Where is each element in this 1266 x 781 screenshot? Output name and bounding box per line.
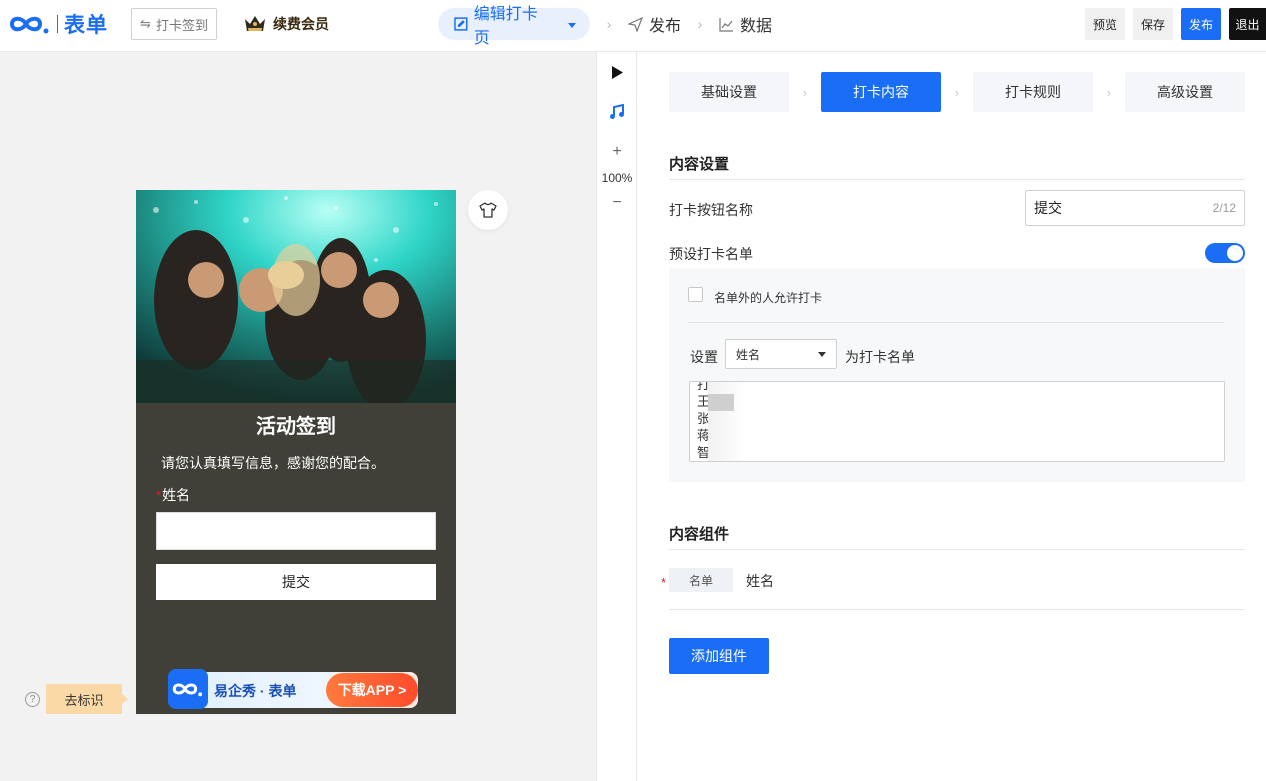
name-input[interactable] [156, 512, 436, 550]
content-settings-title: 内容设置 [669, 156, 730, 173]
inner-divider [688, 322, 1224, 323]
settings-tabs: 基础设置 › 打卡内容 › 打卡规则 › 高级设置 [669, 72, 1245, 112]
allow-outside-checkbox[interactable] [688, 287, 703, 302]
char-counter: 2/12 [1212, 201, 1236, 215]
chevron-right-icon: › [1106, 84, 1112, 100]
step-publish-label: 发布 [649, 18, 682, 35]
names-textarea[interactable]: 打 王 张 蒋 智 [689, 381, 1225, 462]
infinity-logo-icon [9, 16, 49, 34]
step-data-label: 数据 [740, 18, 773, 35]
swap-icon: ⇋ [140, 16, 151, 31]
download-app-button[interactable]: 下载APP > [326, 673, 418, 707]
zoom-out-icon[interactable]: − [597, 194, 637, 211]
chevron-down-icon [818, 351, 826, 357]
canvas-toolbar: + 100% − [596, 52, 637, 781]
add-component-button[interactable]: 添加组件 [669, 638, 769, 674]
preview-canvas: 活动签到 请您认真填写信息，感谢您的配合。 *姓名 提交 易企秀 · 表单 下载… [0, 52, 596, 781]
help-icon[interactable]: ? [25, 692, 40, 707]
zoom-in-icon[interactable]: + [597, 143, 637, 160]
remove-watermark-button[interactable]: 去标识 [46, 684, 128, 714]
tshirt-icon [479, 202, 497, 218]
preset-list-label: 预设打卡名单 [669, 246, 753, 262]
section-divider [669, 179, 1245, 180]
chevron-right-icon: › [954, 84, 960, 100]
chevron-right-icon: › [802, 84, 808, 100]
renew-vip-button[interactable]: 续费会员 [243, 12, 329, 36]
as-list-label: 为打卡名单 [845, 349, 915, 365]
components-title: 内容组件 [669, 526, 730, 543]
edit-icon [454, 17, 468, 31]
step-edit-page[interactable]: 编辑打卡页 [438, 6, 590, 47]
step-publish[interactable]: 发布 [628, 12, 681, 36]
checkin-type-label: 打卡签到 [155, 17, 208, 33]
button-name-label: 打卡按钮名称 [669, 202, 753, 218]
tab-checkin-content[interactable]: 打卡内容 [821, 72, 941, 112]
brand-name: 表单 [64, 14, 108, 37]
button-name-input[interactable]: 提交 2/12 [1025, 190, 1245, 226]
step-edit-label: 编辑打卡页 [473, 6, 538, 47]
chevron-right-icon: › [606, 16, 612, 32]
required-mark: * [156, 488, 162, 503]
crown-icon [245, 16, 265, 31]
logo-divider [57, 15, 58, 33]
section-divider [669, 549, 1245, 550]
tab-basic-settings[interactable]: 基础设置 [669, 72, 789, 112]
component-row[interactable]: * 名单 姓名 [661, 568, 1245, 610]
name-field-text: 姓名 [162, 487, 191, 503]
form-description: 请您认真填写信息，感谢您的配合。 [161, 455, 385, 471]
name-field-label: *姓名 [156, 485, 190, 505]
app-download-banner[interactable]: 易企秀 · 表单 下载APP > [168, 669, 418, 709]
vip-label: 续费会员 [273, 16, 329, 32]
send-icon [628, 16, 643, 32]
step-data[interactable]: 数据 [719, 12, 772, 36]
chart-icon [719, 17, 734, 32]
button-name-value: 提交 [1034, 200, 1062, 216]
phone-preview: 活动签到 请您认真填写信息，感谢您的配合。 *姓名 提交 易企秀 · 表单 下载… [136, 190, 456, 714]
app-logo-icon [168, 669, 208, 709]
preview-button[interactable]: 预览 [1085, 8, 1125, 40]
component-name: 姓名 [746, 573, 774, 589]
required-mark: * [661, 575, 667, 590]
tab-checkin-rules[interactable]: 打卡规则 [973, 72, 1093, 112]
list-field-select[interactable]: 姓名 [725, 339, 837, 369]
allow-outside-label: 名单外的人允许打卡 [714, 291, 823, 305]
preset-list-toggle[interactable] [1205, 243, 1245, 263]
chevron-right-icon: › [697, 16, 703, 32]
form-title: 活动签到 [256, 416, 336, 438]
brand-logo[interactable]: 表单 [9, 11, 108, 37]
step-navigation: 编辑打卡页 › 发布 › 数据 [438, 6, 772, 47]
banner-image[interactable] [136, 190, 456, 403]
publish-button[interactable]: 发布 [1181, 8, 1221, 40]
app-name: 易企秀 · 表单 [214, 683, 297, 699]
theme-skin-button[interactable] [468, 190, 508, 230]
redaction-block [708, 394, 734, 411]
row-divider [669, 609, 1245, 610]
save-button[interactable]: 保存 [1133, 8, 1173, 40]
settings-panel: 基础设置 › 打卡内容 › 打卡规则 › 高级设置 内容设置 打卡按钮名称 提交… [637, 52, 1266, 781]
checkin-type-switch[interactable]: ⇋ 打卡签到 [131, 8, 217, 40]
preset-list-box: 名单外的人允许打卡 设置 姓名 为打卡名单 打 王 张 蒋 智 [669, 268, 1245, 482]
preview-submit-button[interactable]: 提交 [156, 564, 436, 600]
top-header: 表单 ⇋ 打卡签到 续费会员 编辑打卡页 › 发布 › 数据 预览 保存 发布 … [0, 0, 1266, 52]
party-photo-image [136, 190, 456, 403]
list-field-value: 姓名 [736, 347, 761, 362]
zoom-level: 100% [601, 171, 633, 185]
play-icon[interactable] [597, 62, 637, 82]
tab-advanced-settings[interactable]: 高级设置 [1125, 72, 1245, 112]
set-label: 设置 [690, 349, 718, 365]
exit-button[interactable]: 退出 [1229, 8, 1266, 40]
music-icon[interactable] [597, 102, 637, 122]
component-tag: 名单 [669, 568, 733, 592]
dropdown-caret-icon[interactable] [568, 15, 576, 33]
